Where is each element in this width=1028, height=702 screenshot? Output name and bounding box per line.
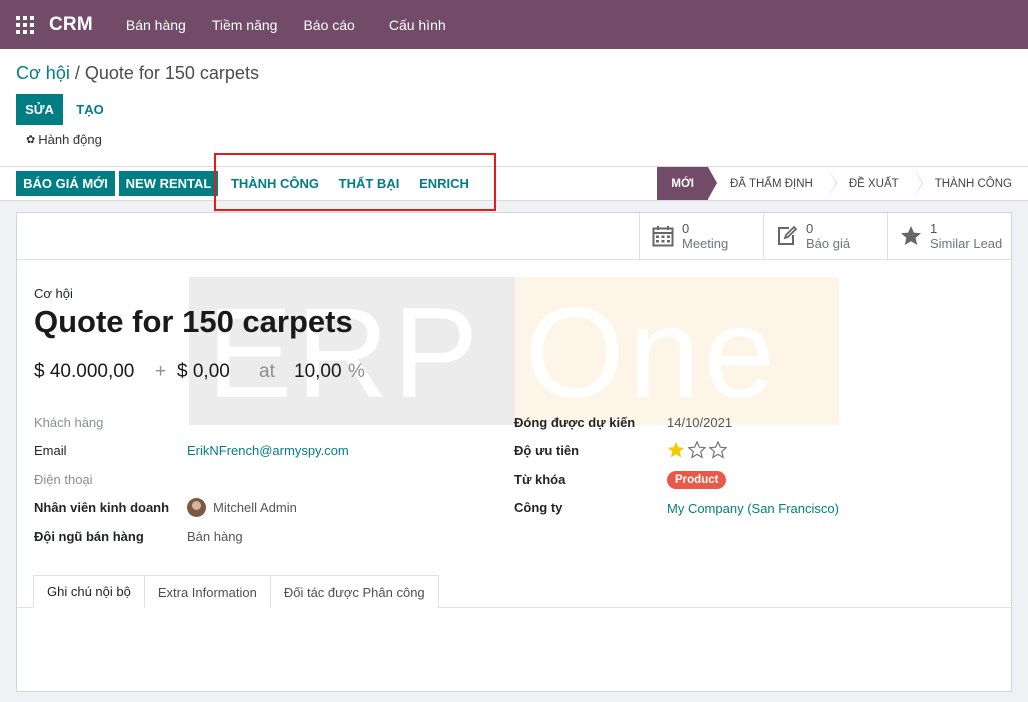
new-rental-button[interactable]: NEW RENTAL	[119, 171, 218, 196]
stage-qualified-label: ĐÃ THẨM ĐỊNH	[729, 177, 813, 190]
stage-won-label: THÀNH CÔNG	[934, 177, 1012, 190]
meeting-label: Meeting	[682, 236, 729, 251]
top-navbar: CRM Bán hàng Tiềm năng Báo cáo Cấu hình	[0, 0, 1028, 49]
percent-sign: %	[348, 361, 365, 382]
quotations-label: Báo giá	[806, 236, 851, 251]
recurring-revenue[interactable]: $ 0,00	[177, 361, 230, 383]
stage-proposition[interactable]: ĐỀ XUẤT	[827, 167, 923, 200]
status-bar: BÁO GIÁ MỚI NEW RENTAL THÀNH CÔNG THẤT B…	[0, 167, 1028, 201]
quotations-smart-button[interactable]: 0 Báo giá	[763, 213, 887, 259]
tab-internal-notes[interactable]: Ghi chú nội bộ	[33, 575, 145, 608]
priority-star-empty-icon[interactable]	[688, 441, 706, 459]
form-sheet: 0 Meeting 0 Báo giá 1 Similar Lead ERP O…	[16, 212, 1013, 692]
apps-menu-icon[interactable]	[16, 15, 34, 34]
priority-stars	[667, 441, 727, 459]
similar-lead-smart-button[interactable]: 1 Similar Lead	[887, 213, 1012, 259]
company-value[interactable]: My Company (San Francisco)	[667, 501, 839, 516]
star-icon	[901, 226, 921, 245]
menu-reporting[interactable]: Báo cáo	[290, 17, 367, 33]
at-label: at	[259, 361, 275, 382]
customer-label: Khách hàng	[34, 415, 104, 430]
phone-label: Điện thoại	[34, 472, 93, 487]
tab-assigned-partner[interactable]: Đối tác được Phân công	[269, 575, 439, 608]
edit-button[interactable]: SỬA	[16, 94, 63, 125]
sales-team-value[interactable]: Bán hàng	[187, 529, 243, 544]
breadcrumb-separator: /	[69, 63, 85, 83]
new-quotation-button[interactable]: BÁO GIÁ MỚI	[16, 171, 115, 196]
stage-proposition-label: ĐỀ XUẤT	[848, 177, 899, 190]
stage-qualified[interactable]: ĐÃ THẨM ĐỊNH	[708, 167, 837, 200]
smart-button-box: 0 Meeting 0 Báo giá 1 Similar Lead	[17, 213, 1013, 260]
priority-star-empty-icon[interactable]	[709, 441, 727, 459]
stage-pipeline: MỚI ĐÃ THẨM ĐỊNH ĐỀ XUẤT THÀNH CÔNG	[657, 167, 1028, 200]
watermark-right-text: One	[525, 282, 779, 425]
plus-sign: +	[155, 361, 167, 382]
expected-closing-value[interactable]: 14/10/2021	[667, 415, 732, 430]
stage-won[interactable]: THÀNH CÔNG	[913, 167, 1028, 200]
menu-sales[interactable]: Bán hàng	[113, 17, 199, 33]
menu-configuration[interactable]: Cấu hình	[376, 17, 459, 33]
breadcrumb-current: Quote for 150 carpets	[84, 63, 259, 83]
salesperson-value[interactable]: Mitchell Admin	[213, 500, 297, 515]
stage-new-label: MỚI	[671, 177, 694, 190]
edit-icon	[778, 225, 798, 245]
calendar-icon	[652, 226, 674, 247]
breadcrumb-parent-link[interactable]: Cơ hội	[16, 63, 70, 83]
tags-label: Từ khóa	[514, 472, 566, 487]
stage-new[interactable]: MỚI	[657, 167, 717, 200]
similar-lead-label: Similar Lead	[930, 236, 1003, 251]
opportunity-label: Cơ hội	[34, 286, 73, 301]
highlight-annotation-box	[214, 153, 496, 211]
email-value[interactable]: ErikNFrench@armyspy.com	[187, 443, 349, 458]
opportunity-title[interactable]: Quote for 150 carpets	[34, 304, 353, 340]
tab-extra-information[interactable]: Extra Information	[143, 575, 271, 608]
app-brand[interactable]: CRM	[49, 14, 93, 36]
company-label: Công ty	[514, 500, 563, 515]
notebook-tabs: Ghi chú nội bộ Extra Information Đối tác…	[33, 575, 439, 608]
similar-lead-count: 1	[930, 221, 938, 236]
erpone-watermark-logo: ERP One	[189, 277, 839, 425]
expected-closing-label: Đóng được dự kiến	[514, 415, 636, 430]
gear-icon: ✿	[26, 134, 36, 146]
meeting-count: 0	[682, 221, 690, 236]
tag-badge[interactable]: Product	[667, 471, 727, 489]
breadcrumb: Cơ hội / Quote for 150 carpets	[16, 63, 259, 84]
control-panel: Cơ hội / Quote for 150 carpets SỬA TẠO ✿…	[0, 49, 1028, 167]
salesperson-avatar	[187, 498, 206, 517]
quotations-count: 0	[806, 221, 814, 236]
create-button[interactable]: TẠO	[68, 94, 112, 125]
salesperson-label: Nhân viên kinh doanh	[34, 500, 170, 515]
priority-label: Độ ưu tiên	[514, 443, 580, 458]
priority-star-filled-icon[interactable]	[667, 441, 685, 459]
action-dropdown[interactable]: ✿ Hành động	[26, 132, 102, 147]
menu-leads[interactable]: Tiềm năng	[199, 17, 291, 33]
action-label: Hành động	[38, 132, 102, 147]
meeting-smart-button[interactable]: 0 Meeting	[639, 213, 763, 259]
sales-team-label: Đội ngũ bán hàng	[34, 529, 144, 544]
watermark-left-text: ERP	[207, 282, 483, 425]
expected-revenue[interactable]: $ 40.000,00	[34, 361, 134, 383]
email-label: Email	[34, 443, 67, 458]
probability-value[interactable]: 10,00	[294, 361, 342, 383]
